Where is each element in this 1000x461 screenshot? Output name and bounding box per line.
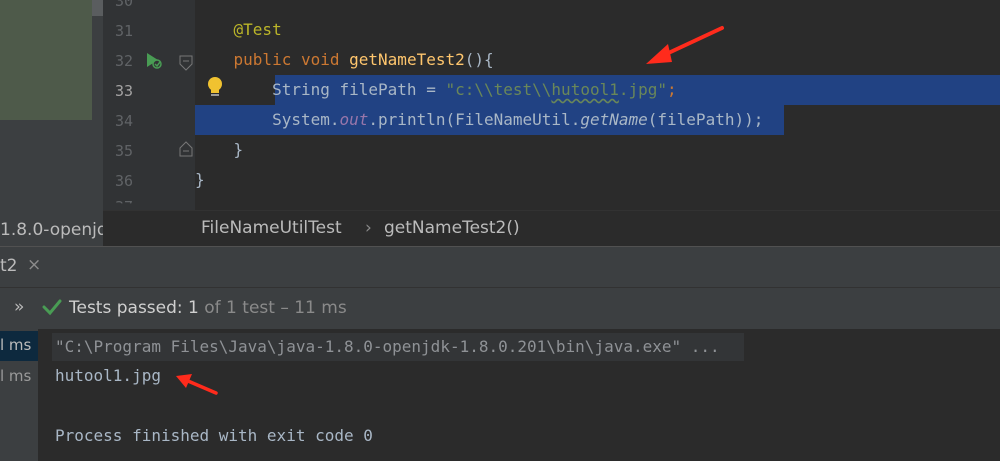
method-name: getNameTest2 <box>349 50 465 69</box>
line-number: 31 <box>114 22 133 40</box>
code-text: System. <box>272 110 340 129</box>
breadcrumb-class[interactable]: FileNameUtilTest <box>201 218 342 238</box>
keyword-public: public <box>233 50 292 69</box>
tests-passed-label: Tests passed: 1 <box>69 298 199 318</box>
code-text: } <box>233 140 244 159</box>
string-literal-end: .jpg" <box>618 80 668 99</box>
test-status-text: Tests passed: 1 of 1 test – 11 ms <box>69 298 347 318</box>
console-command: "C:\Program Files\Java\java-1.8.0-openjd… <box>55 337 720 356</box>
code-text: (){ <box>464 50 494 69</box>
code-line-31: @Test <box>195 15 282 45</box>
annotation-arrow-icon <box>176 374 218 395</box>
breadcrumb-separator: › <box>365 218 372 238</box>
annotation-test: @Test <box>233 20 282 39</box>
code-line-36: } <box>195 165 205 195</box>
test-duration[interactable]: l ms <box>0 336 31 354</box>
fold-open-icon[interactable] <box>179 55 193 71</box>
project-scrollbar[interactable] <box>92 0 103 16</box>
test-tree: l ms l ms <box>0 329 38 461</box>
breadcrumb: FileNameUtilTest › getNameTest2() <box>103 210 1000 247</box>
run-test-icon[interactable] <box>143 50 163 70</box>
line-number: 36 <box>114 172 133 190</box>
console-output-line: hutool1.jpg <box>55 366 161 385</box>
code-line-32: public void getNameTest2(){ <box>195 45 494 75</box>
check-icon <box>42 299 62 316</box>
run-tab-bar: t2 × <box>0 246 1000 287</box>
test-status-bar: » Tests passed: 1 of 1 test – 11 ms <box>0 287 1000 329</box>
code-line-35: } <box>195 135 244 165</box>
expand-toolbar-icon[interactable]: » <box>14 297 24 317</box>
string-typo: hutool1 <box>551 80 619 99</box>
string-literal: "c:\\test\\ <box>445 80 552 99</box>
static-method: getName <box>580 110 648 129</box>
test-duration[interactable]: l ms <box>0 367 31 385</box>
code-line-33: String filePath = "c:\\test\\hutool1.jpg… <box>195 75 677 105</box>
fold-close-icon[interactable] <box>179 141 193 157</box>
code-line-34: System.out.println(FileNameUtil.getName(… <box>195 105 763 135</box>
code-text: } <box>195 170 205 189</box>
tab-run-config[interactable]: t2 <box>0 256 17 276</box>
breadcrumb-method[interactable]: getNameTest2() <box>384 218 520 238</box>
close-icon[interactable]: × <box>27 255 41 275</box>
project-tree-area <box>0 0 92 120</box>
code-text: (filePath)); <box>647 110 764 129</box>
line-number: 32 <box>114 52 133 70</box>
sdk-label[interactable]: 1.8.0-openjdk <box>0 220 118 240</box>
line-number: 34 <box>114 112 133 130</box>
annotation-arrow-icon <box>646 26 724 64</box>
static-field: out <box>339 110 369 129</box>
line-number-current: 33 <box>114 82 133 100</box>
code-text: String filePath = <box>272 80 446 99</box>
keyword-void: void <box>300 50 340 69</box>
project-panel: 1.8.0-openjdk <box>0 0 118 246</box>
code-text: .println(FileNameUtil. <box>368 110 581 129</box>
tests-detail-label: of 1 test – 11 ms <box>198 298 347 318</box>
line-number: 35 <box>114 142 133 160</box>
line-number: 30 <box>114 0 133 10</box>
console-exit-line: Process finished with exit code 0 <box>55 426 373 445</box>
semicolon: ; <box>667 80 677 99</box>
